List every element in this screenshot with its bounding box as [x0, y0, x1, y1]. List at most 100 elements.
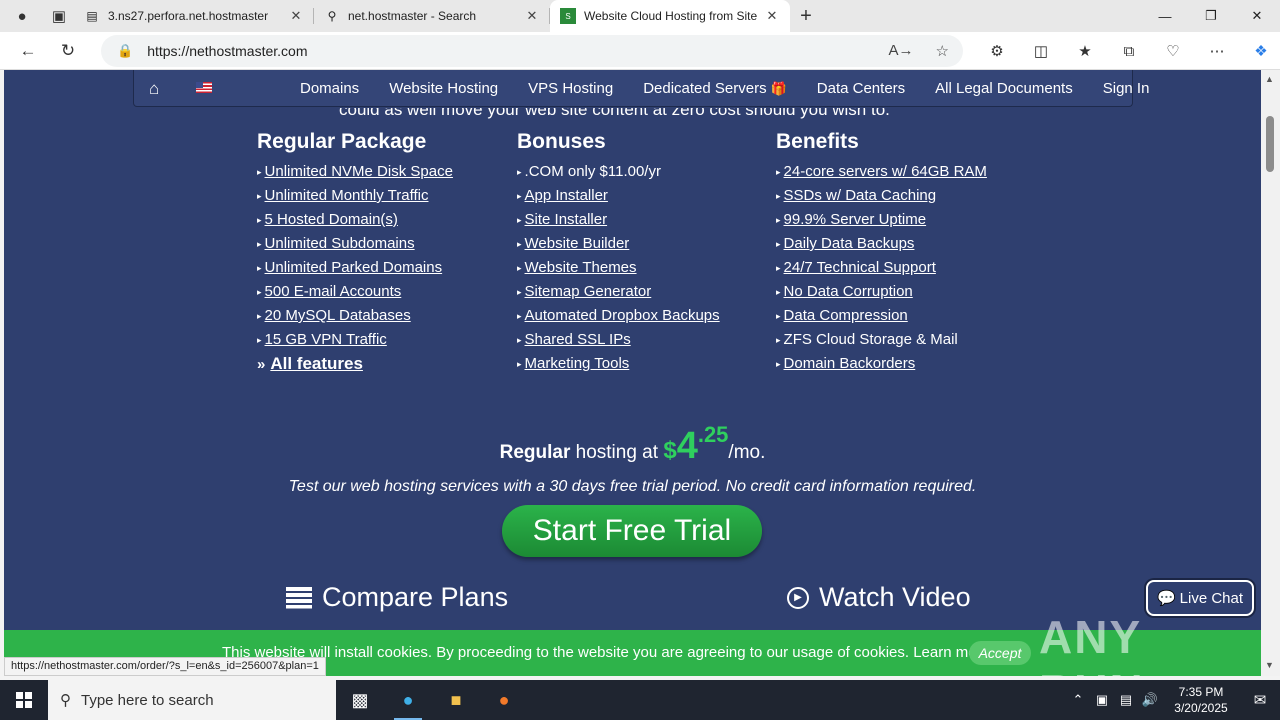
benefit-label[interactable]: Daily Data Backups [784, 235, 915, 252]
watch-video-link[interactable]: ▶ Watch Video [787, 582, 971, 613]
benefit-label[interactable]: 99.9% Server Uptime [784, 211, 927, 228]
bonus-link[interactable]: Website Builder [517, 232, 720, 256]
bonus-link[interactable]: Automated Dropbox Backups [517, 304, 720, 328]
nav-sign-in[interactable]: Sign In [1103, 80, 1150, 97]
profile-icon[interactable]: ● [0, 1, 44, 31]
benefit-link[interactable]: 24-core servers w/ 64GB RAM [776, 160, 987, 184]
taskbar-search-placeholder[interactable]: Type here to search [81, 692, 214, 709]
us-flag-icon[interactable] [196, 82, 212, 93]
minimize-icon[interactable]: — [1142, 0, 1188, 32]
nav-website-hosting[interactable]: Website Hosting [389, 80, 498, 97]
chevron-up-icon[interactable]: ⌃ [1066, 692, 1090, 708]
more-menu-icon[interactable]: ⋯ [1195, 35, 1239, 67]
nav-legal-documents[interactable]: All Legal Documents [935, 80, 1073, 97]
benefit-link[interactable]: Domain Backorders [776, 352, 987, 376]
bonus-link[interactable]: Shared SSL IPs [517, 328, 720, 352]
nav-dedicated-servers[interactable]: Dedicated Servers 🎁 [643, 80, 787, 97]
nav-vps-hosting[interactable]: VPS Hosting [528, 80, 613, 97]
notifications-icon[interactable]: ✉ [1240, 691, 1280, 709]
firefox-icon[interactable]: ● [480, 680, 528, 720]
url-text[interactable]: https://nethostmaster.com [147, 43, 307, 59]
feature-label[interactable]: 20 MySQL Databases [265, 307, 411, 324]
start-button[interactable] [0, 680, 48, 720]
taskbar-search[interactable]: ⚲ Type here to search [48, 680, 336, 720]
tab-0[interactable]: ▤ 3.ns27.perfora.net.hostmaster ✕ [74, 0, 314, 32]
new-tab-button[interactable]: + [790, 0, 822, 32]
bonus-label[interactable]: Website Builder [525, 235, 630, 252]
compare-plans-label[interactable]: Compare Plans [322, 582, 508, 613]
feature-link[interactable]: 5 Hosted Domain(s) [257, 208, 453, 232]
device-icon[interactable]: ▣ [1090, 692, 1114, 708]
tab-2[interactable]: S Website Cloud Hosting from Site ✕ [550, 0, 790, 32]
bonus-link[interactable]: Sitemap Generator [517, 280, 720, 304]
bonus-label[interactable]: App Installer [525, 187, 608, 204]
bonus-label[interactable]: Website Themes [525, 259, 637, 276]
benefit-link[interactable]: SSDs w/ Data Caching [776, 184, 987, 208]
bonus-link[interactable]: App Installer [517, 184, 720, 208]
bonus-link[interactable]: Website Themes [517, 256, 720, 280]
benefit-label[interactable]: SSDs w/ Data Caching [784, 187, 937, 204]
benefit-link[interactable]: Data Compression [776, 304, 987, 328]
tab-1[interactable]: ⚲ net.hostmaster - Search ✕ [314, 0, 550, 32]
favorite-star-icon[interactable]: ☆ [936, 42, 949, 60]
compare-plans-link[interactable]: Compare Plans [286, 582, 508, 613]
task-view-icon[interactable]: ▩ [336, 680, 384, 720]
benefit-link[interactable]: ZFS Cloud Storage & Mail [776, 328, 987, 352]
bonus-label[interactable]: Marketing Tools [525, 355, 630, 372]
close-icon[interactable]: ✕ [764, 8, 780, 24]
all-features-label[interactable]: All features [270, 354, 363, 373]
feature-label[interactable]: 500 E-mail Accounts [265, 283, 402, 300]
extensions-icon[interactable]: ⚙ [975, 35, 1019, 67]
benefit-link[interactable]: Daily Data Backups [776, 232, 987, 256]
read-aloud-icon[interactable]: A→ [889, 42, 914, 60]
home-icon[interactable]: ⌂ [149, 79, 159, 99]
bonus-link[interactable]: .COM only $11.00/yr [517, 160, 720, 184]
bonus-label[interactable]: Shared SSL IPs [525, 331, 631, 348]
copilot-icon[interactable]: ❖ [1239, 35, 1280, 67]
bonus-label[interactable]: Site Installer [525, 211, 608, 228]
feature-link[interactable]: Unlimited Parked Domains [257, 256, 453, 280]
feature-link[interactable]: Unlimited NVMe Disk Space [257, 160, 453, 184]
edge-icon[interactable]: ● [384, 680, 432, 720]
file-explorer-icon[interactable]: ■ [432, 680, 480, 720]
feature-link[interactable]: 20 MySQL Databases [257, 304, 453, 328]
feature-link[interactable]: Unlimited Subdomains [257, 232, 453, 256]
lock-icon[interactable]: 🔒 [117, 43, 133, 59]
close-window-icon[interactable]: ✕ [1234, 0, 1280, 32]
benefit-label[interactable]: Domain Backorders [784, 355, 916, 372]
address-bar[interactable]: 🔒 https://nethostmaster.com A→ ☆ [101, 35, 963, 67]
benefit-link[interactable]: 24/7 Technical Support [776, 256, 987, 280]
volume-icon[interactable]: 🔊 [1138, 692, 1162, 708]
split-screen-icon[interactable]: ◫ [1019, 35, 1063, 67]
feature-link[interactable]: Unlimited Monthly Traffic [257, 184, 453, 208]
nav-domains[interactable]: Domains [300, 80, 359, 97]
back-icon[interactable]: ← [8, 35, 48, 67]
start-free-trial-button[interactable]: Start Free Trial [502, 505, 762, 557]
scrollbar-thumb[interactable] [1266, 116, 1274, 172]
bonus-link[interactable]: Marketing Tools [517, 352, 720, 376]
feature-label[interactable]: 5 Hosted Domain(s) [265, 211, 398, 228]
benefit-label[interactable]: 24-core servers w/ 64GB RAM [784, 163, 987, 180]
benefit-label[interactable]: Data Compression [784, 307, 908, 324]
scroll-down-icon[interactable]: ▼ [1265, 660, 1274, 670]
feature-label[interactable]: Unlimited NVMe Disk Space [265, 163, 453, 180]
bonus-label[interactable]: Automated Dropbox Backups [525, 307, 720, 324]
benefit-label[interactable]: 24/7 Technical Support [784, 259, 936, 276]
bonus-label[interactable]: .COM only $11.00/yr [525, 163, 661, 180]
browser-essentials-icon[interactable]: ♡ [1151, 35, 1195, 67]
nav-data-centers[interactable]: Data Centers [817, 80, 905, 97]
bonus-link[interactable]: Site Installer [517, 208, 720, 232]
close-icon[interactable]: ✕ [288, 8, 304, 24]
benefit-link[interactable]: No Data Corruption [776, 280, 987, 304]
collections-icon[interactable]: ⧉ [1107, 35, 1151, 67]
page-scrollbar[interactable]: ▲ ▼ [1261, 70, 1280, 676]
all-features-link[interactable]: All features [257, 352, 453, 376]
accept-cookies-button[interactable]: Accept [969, 641, 1031, 665]
feature-link[interactable]: 500 E-mail Accounts [257, 280, 453, 304]
feature-label[interactable]: 15 GB VPN Traffic [265, 331, 387, 348]
restore-icon[interactable]: ❐ [1188, 0, 1234, 32]
watch-video-label[interactable]: Watch Video [819, 582, 971, 613]
benefit-label[interactable]: No Data Corruption [784, 283, 913, 300]
scroll-up-icon[interactable]: ▲ [1265, 74, 1274, 84]
feature-label[interactable]: Unlimited Parked Domains [265, 259, 443, 276]
